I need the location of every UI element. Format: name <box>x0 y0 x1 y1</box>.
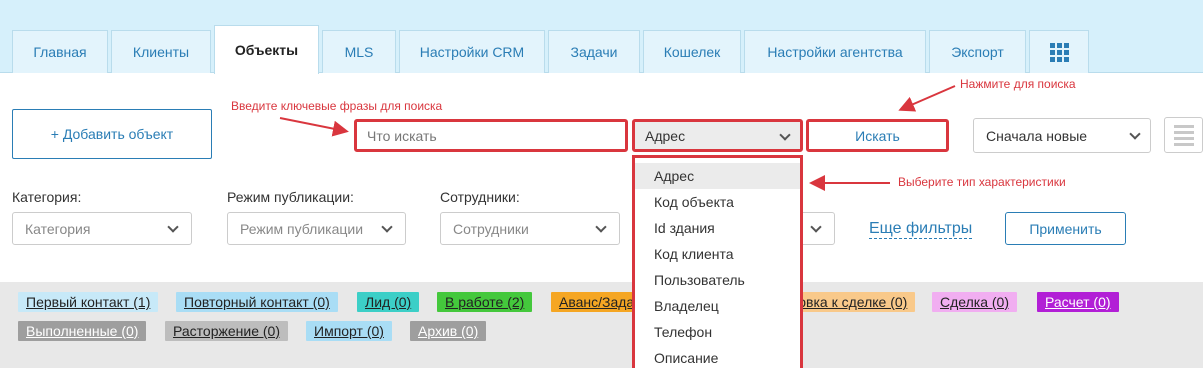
annotation-arrows <box>279 85 956 191</box>
arrow-to-search-button <box>898 85 956 112</box>
objects-page: Главная Клиенты Объекты MLS Настройки CR… <box>0 0 1203 368</box>
arrow-to-search-input <box>279 117 349 137</box>
